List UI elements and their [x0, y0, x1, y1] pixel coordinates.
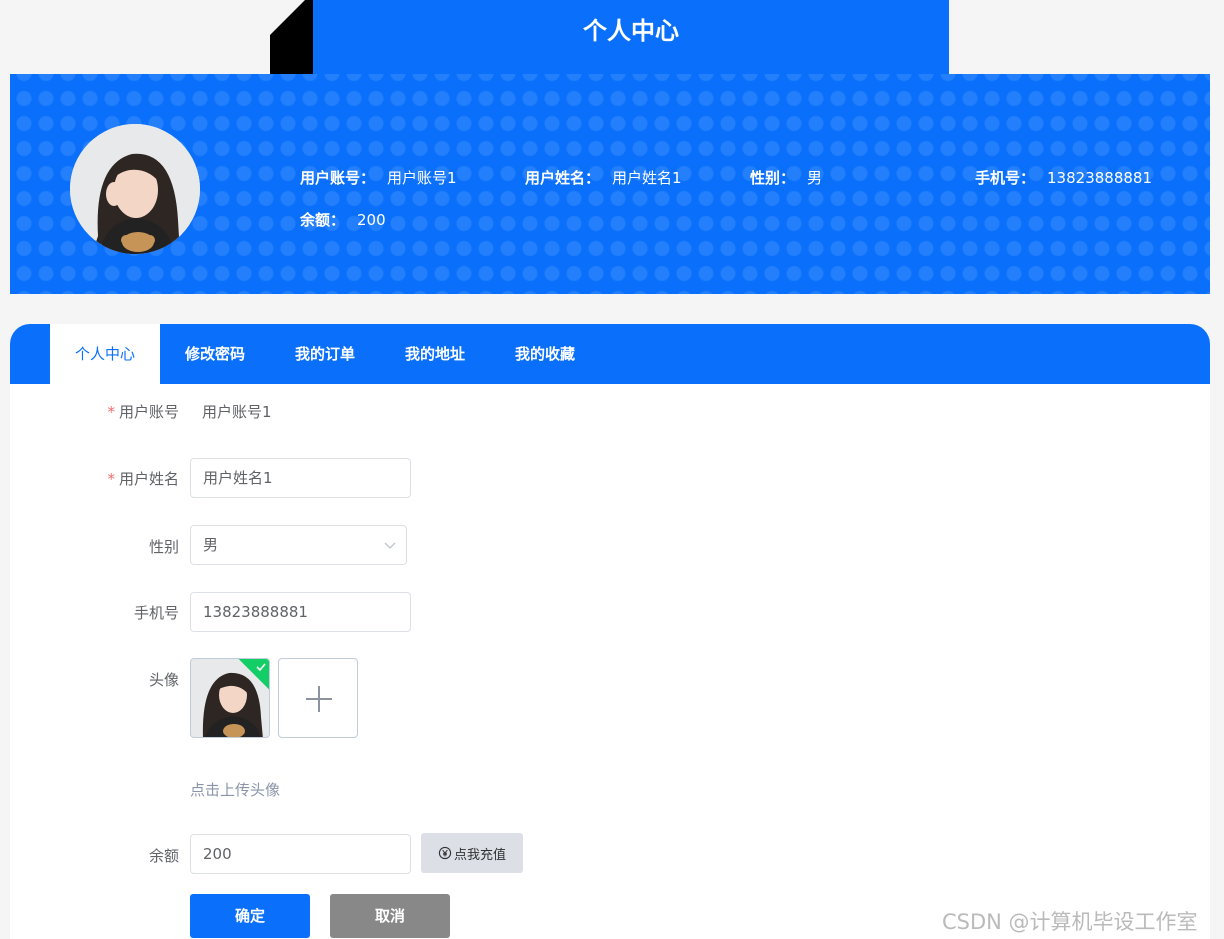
recharge-button-label: 点我充值	[453, 847, 506, 863]
required-mark: *	[107, 470, 115, 488]
chevron-down-icon	[384, 542, 396, 549]
avatar-upload-hint: 点击上传头像	[190, 781, 281, 799]
account-value: 用户账号1	[202, 403, 272, 421]
banner-gender-label: 性别：	[750, 169, 796, 187]
tab-my-orders[interactable]: 我的订单	[270, 324, 380, 384]
name-label: * 用户姓名	[107, 470, 179, 488]
banner-gender-value: 男	[807, 169, 823, 187]
balance-input[interactable]: 200	[190, 834, 411, 874]
submit-button[interactable]: 确定	[190, 894, 310, 938]
banner-phone-value: 13823888881	[1047, 169, 1152, 187]
gender-label: 性别	[148, 538, 179, 556]
banner-balance-label: 余额：	[300, 211, 346, 229]
tab-my-favorites[interactable]: 我的收藏	[490, 324, 600, 384]
gender-select-value: 男	[203, 536, 219, 554]
phone-label: 手机号	[133, 604, 179, 622]
title-corner-decoration	[270, 0, 313, 74]
gender-select[interactable]: 男	[190, 525, 407, 565]
banner-name: 用户姓名： 用户姓名1	[525, 167, 682, 188]
banner-phone-label: 手机号：	[975, 169, 1036, 187]
account-label: * 用户账号	[107, 403, 179, 421]
page-header: 个人中心	[270, 0, 949, 74]
banner-phone: 手机号： 13823888881	[975, 167, 1152, 188]
watermark: CSDN @计算机毕设工作室	[942, 910, 1198, 934]
banner-name-label: 用户姓名：	[525, 169, 601, 187]
banner-balance: 余额： 200	[300, 209, 386, 230]
tab-bar: 个人中心 修改密码 我的订单 我的地址 我的收藏	[10, 324, 1210, 384]
check-icon	[256, 663, 266, 672]
required-mark: *	[107, 403, 115, 421]
banner-balance-value: 200	[357, 211, 386, 229]
page-title: 个人中心	[313, 0, 949, 74]
profile-banner: 用户账号： 用户账号1 用户姓名： 用户姓名1 性别： 男 手机号： 138238888…	[10, 74, 1210, 294]
banner-name-value: 用户姓名1	[612, 169, 682, 187]
banner-account-value: 用户账号1	[387, 169, 457, 187]
recharge-button[interactable]: 点我充值	[421, 833, 523, 873]
user-avatar-photo-icon	[70, 124, 200, 254]
banner-gender: 性别： 男	[750, 167, 822, 188]
avatar-label: 头像	[148, 671, 179, 689]
name-input[interactable]: 用户姓名1	[190, 458, 411, 498]
avatar-upload-button[interactable]	[278, 658, 358, 738]
tab-my-address[interactable]: 我的地址	[380, 324, 490, 384]
tab-change-password[interactable]: 修改密码	[160, 324, 270, 384]
avatar	[70, 124, 200, 254]
banner-account: 用户账号： 用户账号1	[300, 167, 457, 188]
tab-profile[interactable]: 个人中心	[50, 324, 160, 384]
cancel-button[interactable]: 取消	[330, 894, 450, 938]
avatar-thumbnail[interactable]	[190, 658, 270, 738]
yen-coin-icon	[438, 846, 452, 860]
balance-label: 余额	[148, 847, 179, 865]
plus-icon	[306, 686, 332, 712]
phone-input[interactable]: 13823888881	[190, 592, 411, 632]
banner-account-label: 用户账号：	[300, 169, 376, 187]
